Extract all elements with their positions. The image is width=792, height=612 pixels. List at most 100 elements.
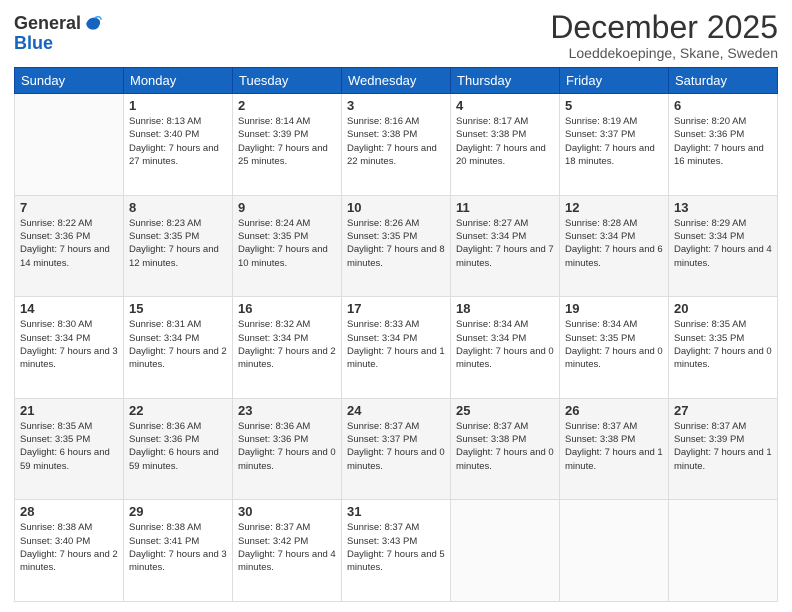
header: General Blue December 2025 Loeddekoeping… [14,10,778,61]
calendar-cell: 13 Sunrise: 8:29 AM Sunset: 3:34 PM Dayl… [669,195,778,297]
sunset-text: Sunset: 3:34 PM [347,332,445,345]
day-number: 22 [129,403,227,418]
daylight-text: Daylight: 7 hours and 12 minutes. [129,243,227,270]
daylight-text: Daylight: 7 hours and 0 minutes. [674,345,772,372]
calendar-cell: 17 Sunrise: 8:33 AM Sunset: 3:34 PM Dayl… [342,297,451,399]
calendar-cell: 21 Sunrise: 8:35 AM Sunset: 3:35 PM Dayl… [15,398,124,500]
sunset-text: Sunset: 3:37 PM [565,128,663,141]
day-number: 21 [20,403,118,418]
sunset-text: Sunset: 3:35 PM [674,332,772,345]
day-number: 27 [674,403,772,418]
day-number: 6 [674,98,772,113]
sunset-text: Sunset: 3:34 PM [456,332,554,345]
sunrise-text: Sunrise: 8:36 AM [129,420,227,433]
day-number: 4 [456,98,554,113]
sunrise-text: Sunrise: 8:34 AM [456,318,554,331]
sunset-text: Sunset: 3:35 PM [238,230,336,243]
sunrise-text: Sunrise: 8:37 AM [456,420,554,433]
calendar-cell: 23 Sunrise: 8:36 AM Sunset: 3:36 PM Dayl… [233,398,342,500]
daylight-text: Daylight: 7 hours and 2 minutes. [20,548,118,575]
sunrise-text: Sunrise: 8:20 AM [674,115,772,128]
sunset-text: Sunset: 3:35 PM [565,332,663,345]
daylight-text: Daylight: 7 hours and 6 minutes. [565,243,663,270]
calendar-week-5: 28 Sunrise: 8:38 AM Sunset: 3:40 PM Dayl… [15,500,778,602]
daylight-text: Daylight: 7 hours and 4 minutes. [674,243,772,270]
daylight-text: Daylight: 7 hours and 5 minutes. [347,548,445,575]
logo-icon [83,13,103,33]
day-number: 11 [456,200,554,215]
day-number: 8 [129,200,227,215]
daylight-text: Daylight: 7 hours and 7 minutes. [456,243,554,270]
day-number: 13 [674,200,772,215]
daylight-text: Daylight: 7 hours and 0 minutes. [238,446,336,473]
sunset-text: Sunset: 3:40 PM [20,535,118,548]
sunrise-text: Sunrise: 8:13 AM [129,115,227,128]
calendar-cell: 29 Sunrise: 8:38 AM Sunset: 3:41 PM Dayl… [124,500,233,602]
daylight-text: Daylight: 7 hours and 4 minutes. [238,548,336,575]
col-thursday: Thursday [451,68,560,94]
sunset-text: Sunset: 3:36 PM [129,433,227,446]
daylight-text: Daylight: 7 hours and 27 minutes. [129,142,227,169]
calendar-week-3: 14 Sunrise: 8:30 AM Sunset: 3:34 PM Dayl… [15,297,778,399]
calendar-cell: 9 Sunrise: 8:24 AM Sunset: 3:35 PM Dayli… [233,195,342,297]
col-wednesday: Wednesday [342,68,451,94]
sunrise-text: Sunrise: 8:37 AM [238,521,336,534]
day-number: 19 [565,301,663,316]
sunset-text: Sunset: 3:38 PM [456,128,554,141]
calendar-cell [15,94,124,196]
sunrise-text: Sunrise: 8:30 AM [20,318,118,331]
day-number: 9 [238,200,336,215]
daylight-text: Daylight: 6 hours and 59 minutes. [129,446,227,473]
daylight-text: Daylight: 7 hours and 18 minutes. [565,142,663,169]
calendar-cell: 22 Sunrise: 8:36 AM Sunset: 3:36 PM Dayl… [124,398,233,500]
sunset-text: Sunset: 3:42 PM [238,535,336,548]
sunrise-text: Sunrise: 8:35 AM [674,318,772,331]
daylight-text: Daylight: 7 hours and 20 minutes. [456,142,554,169]
calendar-cell [560,500,669,602]
logo-blue-text: Blue [14,34,103,54]
sunrise-text: Sunrise: 8:14 AM [238,115,336,128]
calendar-cell: 3 Sunrise: 8:16 AM Sunset: 3:38 PM Dayli… [342,94,451,196]
calendar-cell: 28 Sunrise: 8:38 AM Sunset: 3:40 PM Dayl… [15,500,124,602]
col-tuesday: Tuesday [233,68,342,94]
calendar-week-2: 7 Sunrise: 8:22 AM Sunset: 3:36 PM Dayli… [15,195,778,297]
sunrise-text: Sunrise: 8:19 AM [565,115,663,128]
sunset-text: Sunset: 3:43 PM [347,535,445,548]
daylight-text: Daylight: 7 hours and 1 minute. [674,446,772,473]
calendar-cell: 31 Sunrise: 8:37 AM Sunset: 3:43 PM Dayl… [342,500,451,602]
sunrise-text: Sunrise: 8:37 AM [347,521,445,534]
sunrise-text: Sunrise: 8:16 AM [347,115,445,128]
calendar-cell: 11 Sunrise: 8:27 AM Sunset: 3:34 PM Dayl… [451,195,560,297]
day-number: 25 [456,403,554,418]
calendar-cell: 18 Sunrise: 8:34 AM Sunset: 3:34 PM Dayl… [451,297,560,399]
calendar-cell: 2 Sunrise: 8:14 AM Sunset: 3:39 PM Dayli… [233,94,342,196]
sunrise-text: Sunrise: 8:27 AM [456,217,554,230]
sunrise-text: Sunrise: 8:37 AM [347,420,445,433]
sunset-text: Sunset: 3:35 PM [347,230,445,243]
day-number: 18 [456,301,554,316]
sunset-text: Sunset: 3:34 PM [456,230,554,243]
sunrise-text: Sunrise: 8:37 AM [565,420,663,433]
sunrise-text: Sunrise: 8:37 AM [674,420,772,433]
sunrise-text: Sunrise: 8:32 AM [238,318,336,331]
sunset-text: Sunset: 3:34 PM [129,332,227,345]
daylight-text: Daylight: 7 hours and 14 minutes. [20,243,118,270]
daylight-text: Daylight: 7 hours and 10 minutes. [238,243,336,270]
sunrise-text: Sunrise: 8:24 AM [238,217,336,230]
sunrise-text: Sunrise: 8:22 AM [20,217,118,230]
day-number: 17 [347,301,445,316]
sunrise-text: Sunrise: 8:17 AM [456,115,554,128]
sunset-text: Sunset: 3:40 PM [129,128,227,141]
day-number: 16 [238,301,336,316]
day-number: 3 [347,98,445,113]
day-number: 30 [238,504,336,519]
sunrise-text: Sunrise: 8:31 AM [129,318,227,331]
sunrise-text: Sunrise: 8:38 AM [20,521,118,534]
sunrise-text: Sunrise: 8:34 AM [565,318,663,331]
sunrise-text: Sunrise: 8:26 AM [347,217,445,230]
sunset-text: Sunset: 3:34 PM [238,332,336,345]
day-number: 26 [565,403,663,418]
daylight-text: Daylight: 7 hours and 1 minute. [565,446,663,473]
daylight-text: Daylight: 7 hours and 8 minutes. [347,243,445,270]
col-sunday: Sunday [15,68,124,94]
